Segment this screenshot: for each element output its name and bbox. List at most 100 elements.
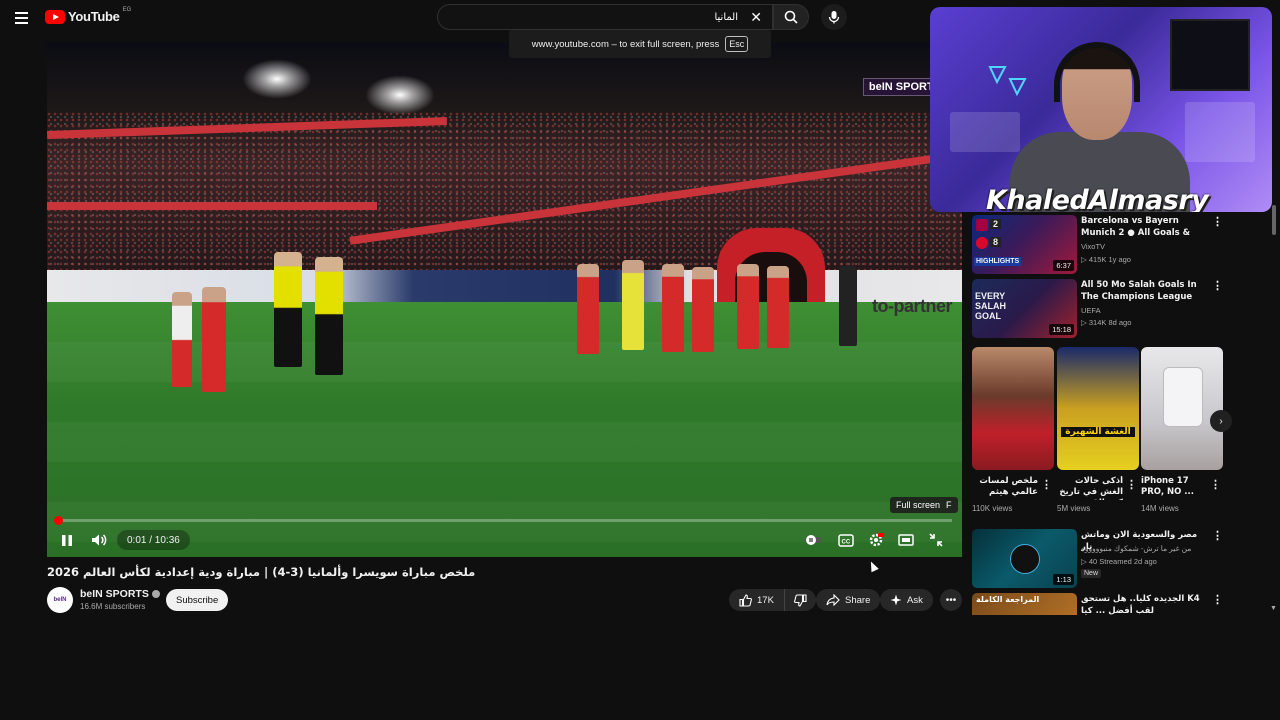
theater-icon	[898, 534, 914, 546]
short-item[interactable]: الغشة الشهيرة أذكى حالات الغش في تاريخ ك…	[1057, 347, 1139, 513]
video-thumbnail[interactable]: 1:13	[972, 529, 1077, 588]
short-title[interactable]: iPhone 17 PRO, NO ...	[1141, 476, 1207, 500]
like-button[interactable]: 17K	[729, 589, 785, 611]
more-options-icon[interactable]: ⋮	[1212, 215, 1223, 228]
recommended-video[interactable]: المراجعة الكاملة K4 الجديده كليا.. هل تس…	[972, 593, 1222, 615]
search-button[interactable]	[773, 4, 809, 30]
scroll-down-arrow[interactable]: ▼	[1270, 605, 1277, 612]
ask-button[interactable]: Ask	[880, 589, 933, 611]
scrollbar[interactable]	[1272, 205, 1276, 235]
shorts-next-button[interactable]: ›	[1210, 410, 1232, 432]
channel-name[interactable]: beIN SPORTS	[80, 588, 160, 600]
video-meta: ▷ 415K 1y ago	[1081, 255, 1131, 264]
recommended-video[interactable]: 1:13 مصر والسعودية الان وماتش نار من غير…	[972, 529, 1223, 589]
team-figure	[662, 264, 684, 352]
thumbs-up-icon	[739, 593, 752, 607]
gear-icon	[869, 533, 884, 547]
share-button[interactable]: Share	[816, 589, 881, 611]
shorts-shelf: ملخص لمسات عالمي هيثم حسن 110K views ⋮ ا…	[972, 347, 1232, 517]
fullscreen-exit-toast: www.youtube.com – to exit full screen, p…	[509, 30, 771, 58]
short-item[interactable]: iPhone 17 PRO, NO ... 14M views ⋮	[1141, 347, 1223, 513]
settings-button[interactable]	[864, 528, 888, 552]
seek-bar[interactable]	[54, 516, 952, 525]
video-title[interactable]: K4 الجديده كليا.. هل تستحق لقب أفضل ... …	[1081, 593, 1209, 615]
tv-screen	[1170, 19, 1250, 91]
more-options-icon[interactable]: ⋮	[1212, 593, 1222, 606]
short-thumbnail[interactable]	[972, 347, 1054, 470]
streamer-webcam: KhaledAlmasry	[930, 7, 1272, 212]
streamer-name: KhaledAlmasry	[986, 185, 1209, 212]
new-badge: New	[1081, 569, 1102, 578]
channel-name[interactable]: UEFA	[1081, 306, 1101, 315]
team-figure	[577, 264, 599, 354]
goalkeeper-figure	[622, 260, 644, 350]
like-count: 17K	[757, 594, 774, 606]
more-options-icon[interactable]: ⋮	[1041, 478, 1052, 491]
mascot-figure	[172, 292, 192, 387]
esc-key: Esc	[725, 36, 749, 52]
dislike-button[interactable]	[785, 589, 816, 611]
short-thumbnail[interactable]: الغشة الشهيرة	[1057, 347, 1139, 470]
more-options-icon[interactable]: ⋮	[1126, 478, 1137, 491]
search-box[interactable]: ✕	[437, 4, 773, 30]
fullscreen-tooltip: Full screen F	[890, 497, 958, 513]
more-options-icon[interactable]: ⋮	[1212, 279, 1223, 292]
short-title[interactable]: أذكى حالات الغش في تاريخ كرة القدم	[1057, 476, 1123, 500]
voice-search-button[interactable]	[821, 4, 847, 30]
channel-avatar[interactable]: beIN	[47, 587, 73, 613]
short-views: 5M views	[1057, 504, 1091, 513]
captions-button[interactable]: CC	[834, 528, 858, 552]
autoplay-toggle[interactable]	[801, 528, 825, 552]
youtube-logo[interactable]: YouTube EG	[45, 7, 131, 24]
more-actions-button[interactable]: •••	[940, 589, 962, 611]
fullscreen-tooltip-label: Full screen	[896, 500, 941, 510]
theater-mode-button[interactable]	[894, 528, 918, 552]
volume-icon	[92, 534, 107, 546]
video-duration: 1:13	[1053, 574, 1074, 585]
svg-text:CC: CC	[842, 539, 851, 545]
subscribe-button[interactable]: Subscribe	[166, 589, 229, 611]
more-options-icon[interactable]: ⋮	[1210, 478, 1221, 491]
search-input[interactable]	[448, 11, 738, 23]
player-controls: 0:01 / 10:36 CC	[47, 526, 962, 554]
youtube-fullscreen-app: YouTube EG ✕	[0, 0, 1280, 720]
fullscreen-tooltip-key: F	[946, 500, 952, 510]
exit-fullscreen-button[interactable]	[924, 528, 948, 552]
adboard-text: to-partner	[872, 296, 953, 316]
mute-button[interactable]	[87, 528, 111, 552]
channel-name[interactable]: من غير ما ترش- شمكوك منبوووووه	[1081, 544, 1209, 553]
exit-fullscreen-icon	[929, 533, 943, 547]
youtube-play-icon	[45, 9, 65, 24]
short-thumbnail[interactable]	[1141, 347, 1223, 470]
video-thumbnail[interactable]: EVERY SALAH GOAL 15:18	[972, 279, 1077, 338]
thumbs-down-icon	[793, 593, 807, 607]
short-title[interactable]: ملخص لمسات عالمي هيثم حسن	[972, 476, 1038, 500]
pause-button[interactable]	[55, 528, 79, 552]
video-thumbnail[interactable]: المراجعة الكاملة	[972, 593, 1077, 615]
more-options-icon[interactable]: ⋮	[1212, 529, 1223, 542]
video-title[interactable]: All 50 Mo Salah Goals In The Champions L…	[1081, 279, 1209, 303]
thumbnail-label: المراجعة الكاملة	[976, 595, 1040, 604]
thumbnail-label: HIGHLIGHTS	[974, 257, 1022, 266]
microphone-icon	[828, 11, 840, 24]
channel-name[interactable]: VixoTV	[1081, 242, 1105, 251]
bayern-crest-icon	[976, 237, 988, 249]
clear-search-icon[interactable]: ✕	[750, 9, 762, 26]
headset	[1054, 42, 1140, 102]
sparkle-icon	[890, 594, 902, 606]
video-player[interactable]: to-partner beIN SPORTS Full screen F 0:0…	[47, 42, 962, 557]
neon-triangles-icon	[988, 66, 1027, 97]
short-item[interactable]: ملخص لمسات عالمي هيثم حسن 110K views ⋮	[972, 347, 1054, 513]
pause-icon	[62, 534, 72, 546]
video-title[interactable]: Barcelona vs Bayern Munich 2 ● All Goals…	[1081, 215, 1209, 239]
menu-icon[interactable]	[12, 8, 32, 28]
captions-icon: CC	[838, 533, 854, 547]
short-views: 110K views	[972, 504, 1013, 513]
video-meta: ▷ 314K 8d ago	[1081, 318, 1132, 327]
like-dislike-group: 17K	[729, 589, 816, 611]
recommended-video[interactable]: 2 8 HIGHLIGHTS 6:37 Barcelona vs Bayern …	[972, 215, 1223, 275]
video-thumbnail[interactable]: 2 8 HIGHLIGHTS 6:37	[972, 215, 1077, 274]
time-display: 0:01 / 10:36	[117, 530, 190, 550]
video-duration: 6:37	[1053, 260, 1074, 271]
recommended-video[interactable]: EVERY SALAH GOAL 15:18 All 50 Mo Salah G…	[972, 279, 1223, 339]
